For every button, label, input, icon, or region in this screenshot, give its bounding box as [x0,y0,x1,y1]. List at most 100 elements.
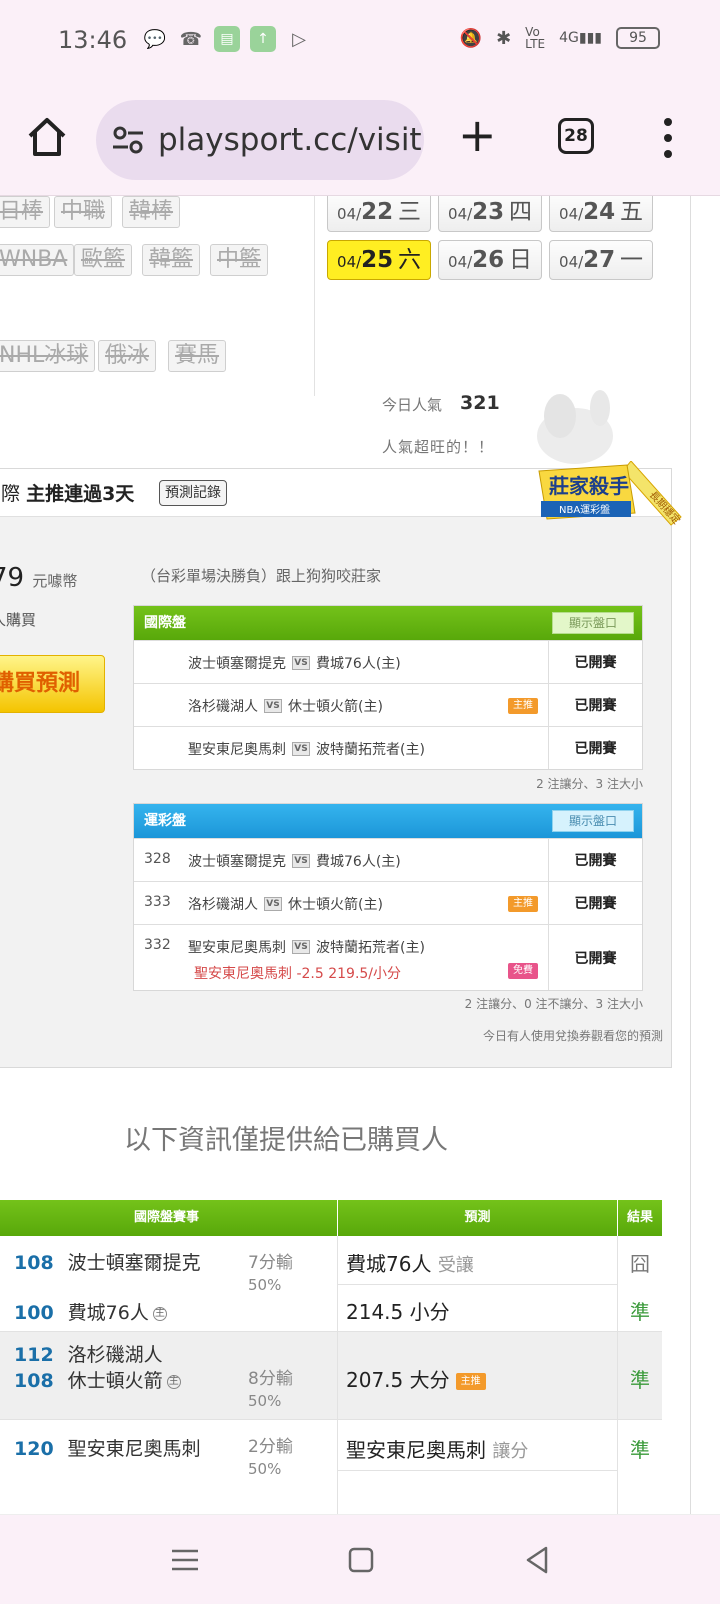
table-row: 聖安東尼奧馬刺 VS 波特蘭拓荒者(主) 已開賽 [134,726,642,769]
buyer-count: 人購買 [0,611,37,629]
divider [314,196,315,396]
play-store-icon: ▷ [292,28,306,50]
missed-call-icon: ☎ [179,28,203,50]
date-button[interactable]: 04/27 一 [549,240,653,280]
sport-tag[interactable]: 歐籃 [74,244,133,276]
team-name: 100 費城76人主 [14,1302,167,1324]
url-text: playsport.cc/visit [158,122,422,158]
recent-apps-icon[interactable] [168,1543,202,1577]
game-status: 已開賽 [548,684,642,726]
results-table-header: 國際盤賽事 預測 結果 [0,1200,662,1236]
svg-text:NBA運彩盤: NBA運彩盤 [559,503,610,516]
system-icons: 🔕 ✱ Vo LTE 4G▮▮▮ 95 [460,26,660,50]
prediction-record-button[interactable]: 預測記錄 [159,480,227,506]
header-prediction: 預測 [337,1200,617,1236]
intl-table-note: 2 注讓分、3 注大小 [536,777,643,791]
sport-tag[interactable]: 賽馬 [168,340,227,372]
sport-tag[interactable]: 日棒 [0,196,51,228]
volte-icon: Vo LTE [525,25,546,51]
prediction: 聖安東尼奧馬刺 讓分 [346,1438,529,1462]
handicap: 2分輸 50% [248,1437,293,1478]
table-row: 328 波士頓塞爾提克 VS 費城76人(主) 已開賽 [134,838,642,881]
battery-icon: 95 [616,27,660,49]
status-time: 13:46 [58,26,128,54]
chat-bubble-icon: 💬 [143,28,167,50]
intl-table: 國際盤 顯示盤口 波士頓塞爾提克 VS 費城76人(主) 已開賽 洛杉磯湖人 VS 休士… [133,605,643,770]
game-status: 已開賽 [548,882,642,924]
sport-tag[interactable]: NHL冰球 [0,340,96,372]
svg-text:莊家殺手: 莊家殺手 [549,474,629,498]
signal-icon: 4G▮▮▮ [559,30,602,46]
lottery-table-note: 2 注讓分、0 注不讓分、3 注大小 [464,997,643,1011]
buyers-only-heading: 以下資訊僅提供給已購買人 [124,1125,448,1156]
new-tab-button[interactable]: + [458,112,497,158]
main-pick-badge: 主推 [455,1373,486,1390]
lottery-table: 運彩盤 顯示盤口 328 波士頓塞爾提克 VS 費城76人(主) 已開賽 333 洛… [133,803,643,991]
date-button[interactable]: 04/22 三 [327,196,431,232]
sport-tag[interactable]: 中職 [54,196,113,228]
date-button[interactable]: 04/26 日 [438,240,542,280]
team-name: 108 波士頓塞爾提克 [14,1252,201,1274]
header-game: 國際盤賽事 [133,1210,199,1225]
home-nav-icon[interactable] [344,1543,378,1577]
table-row: 120 聖安東尼奧馬刺 2分輸 50% 聖安東尼奧馬刺 讓分 準 [0,1420,662,1514]
notification-icons: 💬 ☎ ▤ ↑ ▷ [142,26,312,52]
show-odds-button[interactable]: 顯示盤口 [552,810,634,832]
sport-tag[interactable]: 韓棒 [122,196,181,228]
tab-switcher-button[interactable]: 28 [558,118,594,154]
pick-detail: 聖安東尼奧馬刺 -2.5 219.5/小分 [194,966,402,982]
main-pick-badge: 主推 [508,698,538,714]
table-row: 108 波士頓塞爾提克 100 費城76人主 7分輸 50% 費城76人 受讓 214… [0,1236,662,1332]
popularity-label: 今日人氣 [382,396,443,414]
back-icon[interactable] [520,1543,554,1577]
prediction-panel: 際 主推連過3天 預測記錄 長期穩定 莊家殺手 NBA運彩盤 79 元噱幣 人購… [0,461,683,1068]
date-button[interactable]: 04/24 五 [549,196,653,232]
app-notification-icon: ▤ [214,26,240,52]
bluetooth-icon: ✱ [496,27,512,49]
browser-toolbar: playsport.cc/visit + 28 [0,82,720,196]
upload-icon: ↑ [250,26,276,52]
free-badge: 免費 [508,963,538,979]
header-result: 結果 [617,1200,662,1236]
team-name: 108 休士頓火箭主 [14,1370,181,1392]
result: 準 [630,1368,650,1392]
panel-title: 際 主推連過3天 [1,483,135,505]
panel-description: （台彩單場決勝負）跟上狗狗咬莊家 [141,567,382,585]
overflow-menu-icon[interactable] [664,118,674,158]
sport-tag[interactable]: WNBA [0,244,75,276]
game-status: 已開賽 [548,839,642,881]
lottery-table-header: 運彩盤 顯示盤口 [134,804,642,838]
table-row: 波士頓塞爾提克 VS 費城76人(主) 已開賽 [134,640,642,683]
table-row: 洛杉磯湖人 VS 休士頓火箭(主) 主推 已開賽 [134,683,642,726]
address-bar[interactable]: playsport.cc/visit [96,100,424,180]
game-status: 已開賽 [548,641,642,683]
sport-tag[interactable]: 俄冰 [98,340,157,372]
result: 準 [630,1300,650,1324]
page-divider [690,196,691,1514]
show-odds-button[interactable]: 顯示盤口 [552,612,634,634]
prediction: 214.5 小分 [346,1300,450,1324]
home-icon[interactable] [26,116,68,158]
handicap: 8分輸 50% [248,1369,293,1410]
sport-tag[interactable]: 韓籃 [142,244,201,276]
svg-text:長期穩定: 長期穩定 [647,488,683,526]
mute-icon: 🔕 [459,27,483,49]
game-status: 已開賽 [548,925,642,990]
web-content: 日棒 中職 韓棒 WNBA 歐籃 韓籃 中籃 NHL冰球 俄冰 賽馬 04/22… [0,196,720,1514]
sport-tag[interactable]: 中籃 [210,244,269,276]
popularity-value: 321 [460,392,500,414]
team-name: 120 聖安東尼奧馬刺 [14,1438,201,1460]
main-pick-badge: 主推 [508,896,538,912]
date-button-selected[interactable]: 04/25 六 [327,240,431,280]
table-row: 112 洛杉磯湖人 108 休士頓火箭主 8分輸 50% 207.5 大分 主推 準 [0,1332,662,1420]
coupon-note: 今日有人使用兌換券觀看您的預測 [482,1029,663,1043]
buy-prediction-button[interactable]: 購買預測 [0,655,105,713]
prediction: 費城76人 受讓 [346,1252,474,1276]
status-bar: 13:46 💬 ☎ ▤ ↑ ▷ 🔕 ✱ Vo LTE 4G▮▮▮ 95 [0,0,720,82]
system-nav-bar [0,1514,720,1604]
date-button[interactable]: 04/23 四 [438,196,542,232]
table-row: 332 聖安東尼奧馬刺 VS 波特蘭拓荒者(主) 聖安東尼奧馬刺 -2.5 219.… [134,924,642,990]
prediction: 207.5 大分 主推 [346,1364,486,1393]
site-settings-icon[interactable] [112,125,144,155]
handicap: 7分輸 50% [248,1253,293,1294]
